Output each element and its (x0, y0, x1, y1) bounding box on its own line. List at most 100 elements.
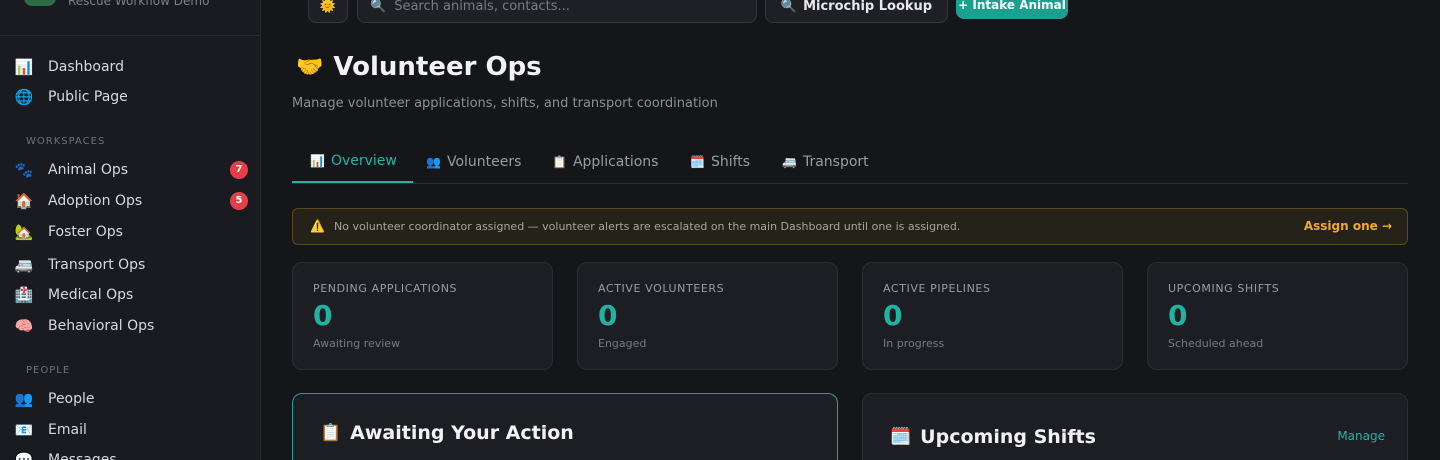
people-icon: 👥 (14, 390, 34, 408)
sidebar-item-messages[interactable]: 💬 Messages (0, 446, 260, 460)
tab-label: Shifts (710, 153, 751, 170)
stat-card-upcoming-shifts[interactable]: UPCOMING SHIFTS 0 Scheduled ahead (1147, 262, 1408, 370)
tab-bar: 📊 Overview 👥 Volunteers 📋 Applications 🗓… (292, 140, 1408, 184)
tab-label: Overview (330, 152, 397, 169)
stat-note: Scheduled ahead (1168, 337, 1264, 350)
panel-title: 🗓️ Upcoming Shifts (890, 426, 1096, 448)
stat-label: ACTIVE VOLUNTEERS (598, 282, 725, 295)
tab-label: Volunteers (446, 153, 522, 170)
awaiting-action-panel: 📋 Awaiting Your Action (292, 393, 838, 460)
sidebar-item-label: People (48, 391, 95, 407)
sidebar-item-label: Foster Ops (48, 224, 123, 240)
brand-subtitle: Rescue Workflow Demo (68, 0, 210, 8)
stat-note: Awaiting review (313, 337, 401, 350)
tab-overview[interactable]: 📊 Overview (292, 140, 413, 183)
warning-icon: ⚠️ (310, 219, 325, 233)
stat-value: 0 (598, 299, 618, 332)
paw-icon: 🐾 (14, 161, 34, 179)
van-icon: 🚐 (14, 256, 34, 274)
sidebar-item-public-page[interactable]: 🌐 Public Page (0, 83, 260, 111)
sidebar-item-label: Adoption Ops (48, 193, 143, 209)
calendar-icon: 🗓️ (890, 427, 912, 447)
sidebar-item-email[interactable]: 📧 Email (0, 416, 260, 444)
brand: Rescue Workflow Demo (0, 0, 260, 36)
main-content: 🌞 🔍 Search animals, contacts... 🔍 Microc… (261, 0, 1440, 460)
stat-card-pending-applications[interactable]: PENDING APPLICATIONS 0 Awaiting review (292, 262, 553, 370)
section-heading-workspaces: WORKSPACES (26, 136, 106, 147)
brand-logo[interactable] (24, 0, 56, 6)
stat-value: 0 (1168, 299, 1188, 332)
panel-title: 📋 Awaiting Your Action (320, 422, 574, 444)
stat-card-active-pipelines[interactable]: ACTIVE PIPELINES 0 In progress (862, 262, 1123, 370)
stat-label: PENDING APPLICATIONS (313, 282, 458, 295)
panel-title-text: Upcoming Shifts (920, 426, 1096, 448)
page-title-text: Volunteer Ops (333, 52, 542, 82)
sidebar-item-label: Email (48, 422, 87, 438)
sidebar-item-label: Dashboard (48, 59, 124, 75)
tab-shifts[interactable]: 🗓️ Shifts (690, 140, 750, 183)
chart-icon: 📊 (310, 153, 325, 168)
microchip-lookup-label: Microchip Lookup (803, 0, 933, 14)
home-garden-icon: 🏡 (14, 223, 34, 241)
assign-coordinator-link[interactable]: Assign one → (1304, 219, 1392, 233)
sidebar-item-transport-ops[interactable]: 🚐 Transport Ops (0, 251, 260, 279)
manage-shifts-link[interactable]: Manage (1337, 429, 1385, 443)
search-placeholder: Search animals, contacts... (394, 0, 570, 14)
tab-transport[interactable]: 🚐 Transport (782, 140, 869, 183)
sidebar-item-label: Animal Ops (48, 162, 129, 178)
stat-card-active-volunteers[interactable]: ACTIVE VOLUNTEERS 0 Engaged (577, 262, 838, 370)
sidebar-item-label: Public Page (48, 89, 128, 105)
tab-applications[interactable]: 📋 Applications (552, 140, 658, 183)
sidebar-item-label: Transport Ops (48, 257, 146, 273)
clipboard-icon: 📋 (320, 423, 342, 443)
upcoming-shifts-panel: 🗓️ Upcoming Shifts Manage (862, 393, 1408, 460)
panel-title-text: Awaiting Your Action (350, 422, 574, 444)
sidebar-item-label: Behavioral Ops (48, 318, 155, 334)
stat-note: Engaged (598, 337, 647, 350)
tab-label: Transport (802, 153, 869, 170)
count-badge: 5 (230, 192, 248, 210)
page-subtitle: Manage volunteer applications, shifts, a… (292, 96, 718, 111)
tab-volunteers[interactable]: 👥 Volunteers (426, 140, 521, 183)
people-icon: 👥 (426, 154, 441, 169)
magnifier-icon: 🔍 (780, 0, 798, 14)
brain-icon: 🧠 (14, 317, 34, 335)
theme-toggle-button[interactable]: 🌞 (308, 0, 348, 23)
sidebar-item-animal-ops[interactable]: 🐾 Animal Ops 7 (0, 156, 260, 184)
handshake-icon: 🤝 (296, 54, 324, 80)
intake-animal-button[interactable]: + Intake Animal (956, 0, 1068, 19)
sidebar-item-behavioral-ops[interactable]: 🧠 Behavioral Ops (0, 312, 260, 340)
count-badge: 7 (230, 161, 248, 179)
warning-text: No volunteer coordinator assigned — volu… (334, 220, 961, 233)
email-icon: 📧 (14, 421, 34, 439)
hospital-icon: 🏥 (14, 286, 34, 304)
coordinator-warning-banner: ⚠️ No volunteer coordinator assigned — v… (292, 208, 1408, 245)
clipboard-icon: 📋 (552, 154, 567, 169)
sidebar-item-dashboard[interactable]: 📊 Dashboard (0, 53, 260, 81)
van-icon: 🚐 (782, 154, 797, 169)
microchip-lookup-button[interactable]: 🔍 Microchip Lookup (765, 0, 948, 23)
sidebar: Rescue Workflow Demo 📊 Dashboard 🌐 Publi… (0, 0, 261, 460)
speech-bubble-icon: 💬 (14, 451, 34, 460)
stat-note: In progress (883, 337, 945, 350)
sun-icon: 🌞 (319, 0, 337, 14)
sidebar-item-medical-ops[interactable]: 🏥 Medical Ops (0, 281, 260, 309)
stat-value: 0 (313, 299, 333, 332)
chart-icon: 📊 (14, 58, 34, 76)
stat-value: 0 (883, 299, 903, 332)
sidebar-item-people[interactable]: 👥 People (0, 385, 260, 413)
stat-label: UPCOMING SHIFTS (1168, 282, 1280, 295)
sidebar-item-adoption-ops[interactable]: 🏠 Adoption Ops 5 (0, 187, 260, 215)
stat-label: ACTIVE PIPELINES (883, 282, 991, 295)
calendar-icon: 🗓️ (690, 154, 705, 169)
section-heading-people: PEOPLE (26, 365, 71, 376)
sidebar-item-label: Messages (48, 452, 117, 460)
tab-label: Applications (572, 153, 659, 170)
house-icon: 🏠 (14, 192, 34, 210)
globe-icon: 🌐 (14, 88, 34, 106)
page-title: 🤝 Volunteer Ops (296, 52, 542, 82)
search-input[interactable]: 🔍 Search animals, contacts... (357, 0, 757, 23)
sidebar-item-label: Medical Ops (48, 287, 134, 303)
search-icon: 🔍 (370, 0, 387, 14)
sidebar-item-foster-ops[interactable]: 🏡 Foster Ops (0, 218, 260, 246)
